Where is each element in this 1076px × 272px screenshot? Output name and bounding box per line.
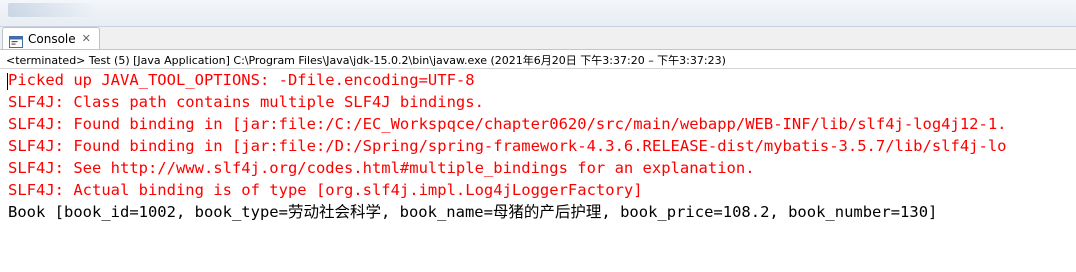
- close-icon[interactable]: ✕: [82, 33, 91, 44]
- console-line: Picked up JAVA_TOOL_OPTIONS: -Dfile.enco…: [8, 71, 475, 89]
- console-line: SLF4J: Found binding in [jar:file:/D:/Sp…: [8, 137, 1007, 155]
- console-output[interactable]: Picked up JAVA_TOOL_OPTIONS: -Dfile.enco…: [0, 68, 1076, 272]
- view-tab-bar: Console ✕: [0, 27, 1076, 50]
- faded-editor-tab: [8, 3, 98, 17]
- console-line: SLF4J: See http://www.slf4j.org/codes.ht…: [8, 159, 755, 177]
- process-status: <terminated> Test (5) [Java Application]…: [6, 54, 726, 67]
- tab-console-label: Console: [28, 31, 76, 46]
- editor-area-top: [0, 0, 1076, 27]
- tab-console[interactable]: Console ✕: [2, 27, 100, 49]
- console-line: Book [book_id=1002, book_type=劳动社会科学, bo…: [8, 203, 938, 221]
- console-line: SLF4J: Found binding in [jar:file:/C:/EC…: [8, 115, 1007, 133]
- console-line: SLF4J: Actual binding is of type [org.sl…: [8, 181, 643, 199]
- console-line: SLF4J: Class path contains multiple SLF4…: [8, 93, 484, 111]
- console-icon: [9, 33, 23, 48]
